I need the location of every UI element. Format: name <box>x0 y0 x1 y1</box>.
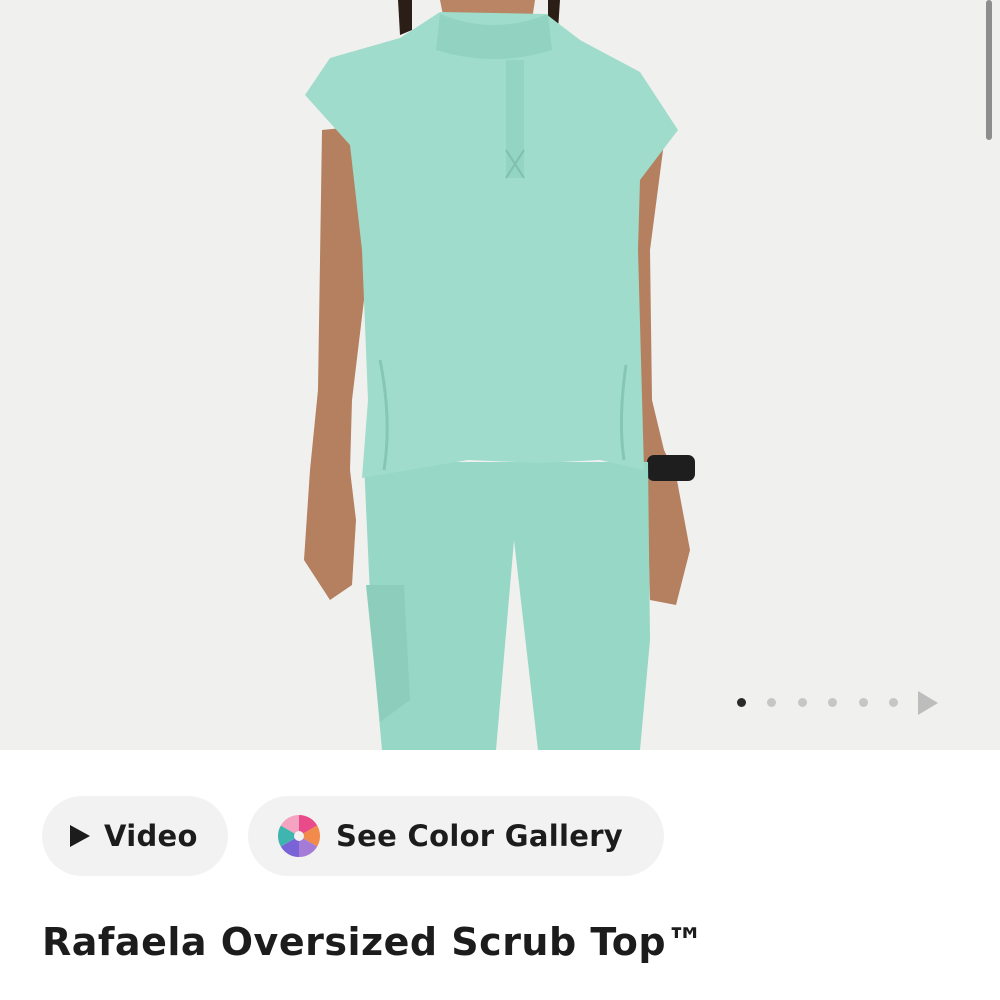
gallery-dot-1[interactable] <box>737 698 746 707</box>
product-photo <box>0 0 1000 750</box>
color-gallery-button-label: See Color Gallery <box>336 819 624 853</box>
color-wheel-icon <box>277 815 321 857</box>
gallery-dot-2[interactable] <box>767 698 776 707</box>
gallery-dot-3[interactable] <box>798 698 807 707</box>
play-icon <box>70 825 90 847</box>
gallery-pagination <box>732 690 952 716</box>
color-gallery-button[interactable]: See Color Gallery <box>248 796 664 876</box>
gallery-dot-4[interactable] <box>828 698 837 707</box>
video-button-label: Video <box>104 819 198 853</box>
product-title: Rafaela Oversized Scrub Top™ <box>42 920 705 964</box>
video-button[interactable]: Video <box>42 796 228 876</box>
gallery-dot-6[interactable] <box>889 698 898 707</box>
scrollbar[interactable] <box>986 0 992 140</box>
gallery-dot-5[interactable] <box>859 698 868 707</box>
product-image[interactable] <box>0 0 1000 750</box>
next-arrow-icon[interactable] <box>918 691 938 715</box>
